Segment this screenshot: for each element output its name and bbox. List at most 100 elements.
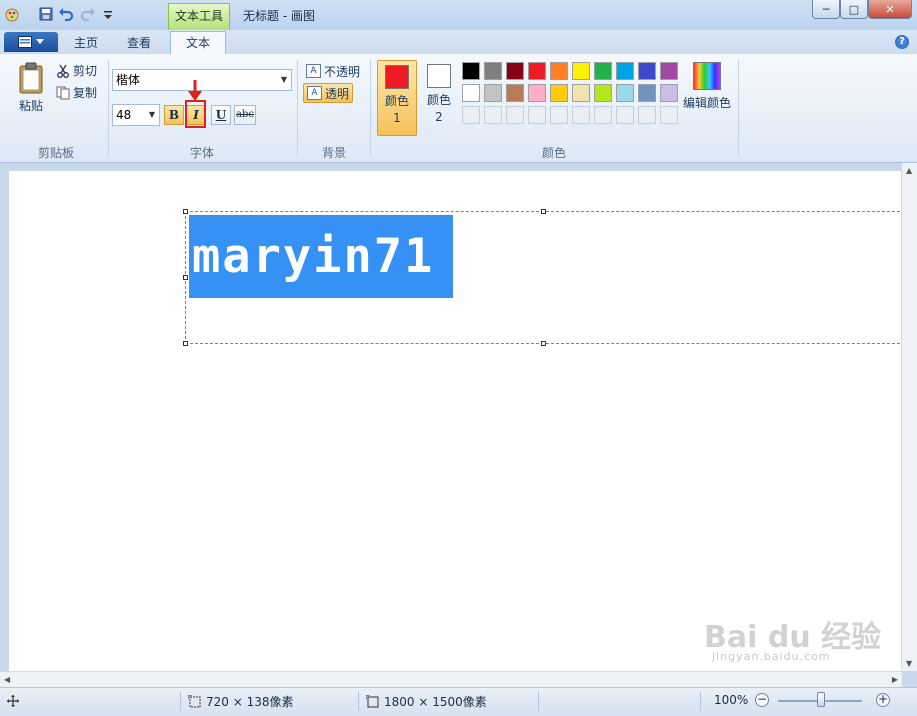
window-title: 无标题 - 画图 [243, 9, 315, 23]
palette-color-swatch[interactable] [462, 84, 480, 102]
palette-color-swatch[interactable] [572, 62, 590, 80]
save-icon[interactable] [38, 6, 54, 22]
palette-color-swatch[interactable] [638, 62, 656, 80]
paste-label: 粘贴 [18, 99, 43, 113]
cut-button[interactable]: 剪切 [56, 62, 97, 79]
status-bar: 720 × 138像素 1800 × 1500像素 100% − + [0, 687, 917, 716]
color-spectrum-icon [693, 62, 721, 90]
palette-color-swatch[interactable] [616, 84, 634, 102]
transparent-button[interactable]: A 透明 [303, 83, 354, 103]
zoom-out-button[interactable]: − [755, 693, 769, 707]
separator [738, 60, 739, 156]
custom-color-slot[interactable] [572, 106, 590, 124]
transparent-background-icon: A [307, 86, 322, 100]
zoom-slider-thumb[interactable] [817, 692, 825, 707]
tab-text[interactable]: 文本 [170, 31, 226, 56]
paste-button[interactable]: 粘贴 [14, 62, 48, 114]
underline-button[interactable]: U [211, 105, 231, 125]
palette-color-swatch[interactable] [550, 84, 568, 102]
palette-color-swatch[interactable] [572, 84, 590, 102]
annotation-arrow-icon [188, 80, 202, 101]
zoom-in-button[interactable]: + [876, 693, 890, 707]
selected-text[interactable]: maryin71 [189, 215, 453, 298]
custom-color-slot[interactable] [462, 106, 480, 124]
palette-color-swatch[interactable] [660, 62, 678, 80]
chevron-down-icon: ▼ [280, 75, 287, 84]
help-icon[interactable]: ? [895, 35, 909, 49]
separator [538, 691, 539, 711]
horizontal-scrollbar[interactable]: ◀ ▶ [0, 671, 902, 688]
vertical-scrollbar[interactable]: ▲ ▼ [901, 163, 917, 671]
copy-button[interactable]: 复制 [56, 84, 97, 101]
image-size-icon [366, 695, 379, 708]
palette-color-swatch[interactable] [660, 84, 678, 102]
separator [358, 691, 359, 711]
resize-handle[interactable] [183, 341, 188, 346]
paint-menu-button[interactable] [4, 32, 58, 52]
opaque-button[interactable]: A 不透明 [303, 61, 363, 81]
palette-color-swatch[interactable] [594, 84, 612, 102]
undo-icon[interactable] [58, 6, 74, 22]
scissors-icon [57, 64, 69, 78]
font-group-label: 字体 [190, 146, 215, 160]
resize-handle[interactable] [541, 341, 546, 346]
palette-color-swatch[interactable] [462, 62, 480, 80]
palette-color-swatch[interactable] [506, 84, 524, 102]
tab-view[interactable]: 查看 [127, 34, 151, 51]
tab-home[interactable]: 主页 [74, 34, 98, 51]
cut-label: 剪切 [73, 64, 98, 78]
paint-app-icon[interactable] [4, 6, 20, 22]
minimize-button[interactable]: ─ [812, 0, 840, 19]
palette-color-swatch[interactable] [506, 62, 524, 80]
clipboard-group-label: 剪贴板 [38, 146, 75, 160]
title-bar: 文本工具 无标题 - 画图 ─ □ ✕ [0, 0, 917, 30]
edit-colors-button[interactable]: 编辑颜色 [683, 62, 731, 111]
font-size-select[interactable]: 48 ▼ [112, 104, 160, 126]
context-tab-text-tools: 文本工具 [168, 3, 230, 30]
customize-toolbar-icon[interactable] [100, 6, 116, 22]
font-family-select[interactable]: 楷体 ▼ [112, 69, 292, 91]
palette-color-swatch[interactable] [484, 62, 502, 80]
copy-icon [56, 86, 70, 99]
colors-group-label: 颜色 [542, 146, 567, 160]
resize-handle[interactable] [541, 209, 546, 214]
zoom-level: 100% [714, 693, 749, 707]
custom-color-slot[interactable] [506, 106, 524, 124]
scroll-right-icon[interactable]: ▶ [892, 675, 898, 684]
strikethrough-button[interactable]: abc [234, 105, 256, 125]
resize-handle[interactable] [183, 275, 188, 280]
ribbon: 粘贴 剪切 复制 剪贴板 楷体 ▼ 48 ▼ B I U abc 字体 A 不透… [0, 54, 917, 163]
custom-color-slot[interactable] [594, 106, 612, 124]
custom-color-slot[interactable] [638, 106, 656, 124]
palette-color-swatch[interactable] [550, 62, 568, 80]
palette-color-swatch[interactable] [638, 84, 656, 102]
custom-color-slot[interactable] [616, 106, 634, 124]
custom-color-slot[interactable] [660, 106, 678, 124]
close-button[interactable]: ✕ [868, 0, 912, 19]
color-1-button[interactable]: 颜色 1 [377, 60, 417, 136]
scroll-up-icon[interactable]: ▲ [906, 166, 912, 175]
palette-color-swatch[interactable] [594, 62, 612, 80]
custom-color-slot[interactable] [528, 106, 546, 124]
color-2-button[interactable]: 颜色 2 [419, 60, 459, 136]
resize-handle[interactable] [183, 209, 188, 214]
color-1-label: 颜色 1 [385, 94, 410, 125]
palette-color-swatch[interactable] [528, 62, 546, 80]
separator [700, 691, 701, 711]
copy-label: 复制 [73, 86, 98, 100]
scroll-down-icon[interactable]: ▼ [906, 659, 912, 668]
drawing-canvas[interactable]: maryin71 [9, 171, 905, 671]
redo-icon[interactable] [80, 6, 96, 22]
palette-color-swatch[interactable] [616, 62, 634, 80]
color-2-swatch [427, 64, 451, 88]
custom-color-slot[interactable] [550, 106, 568, 124]
selection-size-status: 720 × 138像素 [188, 693, 294, 710]
separator [297, 60, 298, 156]
custom-color-slot[interactable] [484, 106, 502, 124]
maximize-button[interactable]: □ [840, 0, 868, 19]
palette-color-swatch[interactable] [484, 84, 502, 102]
cursor-position-icon [7, 695, 19, 707]
palette-color-swatch[interactable] [528, 84, 546, 102]
scroll-left-icon[interactable]: ◀ [4, 675, 10, 684]
bold-button[interactable]: B [164, 105, 184, 125]
